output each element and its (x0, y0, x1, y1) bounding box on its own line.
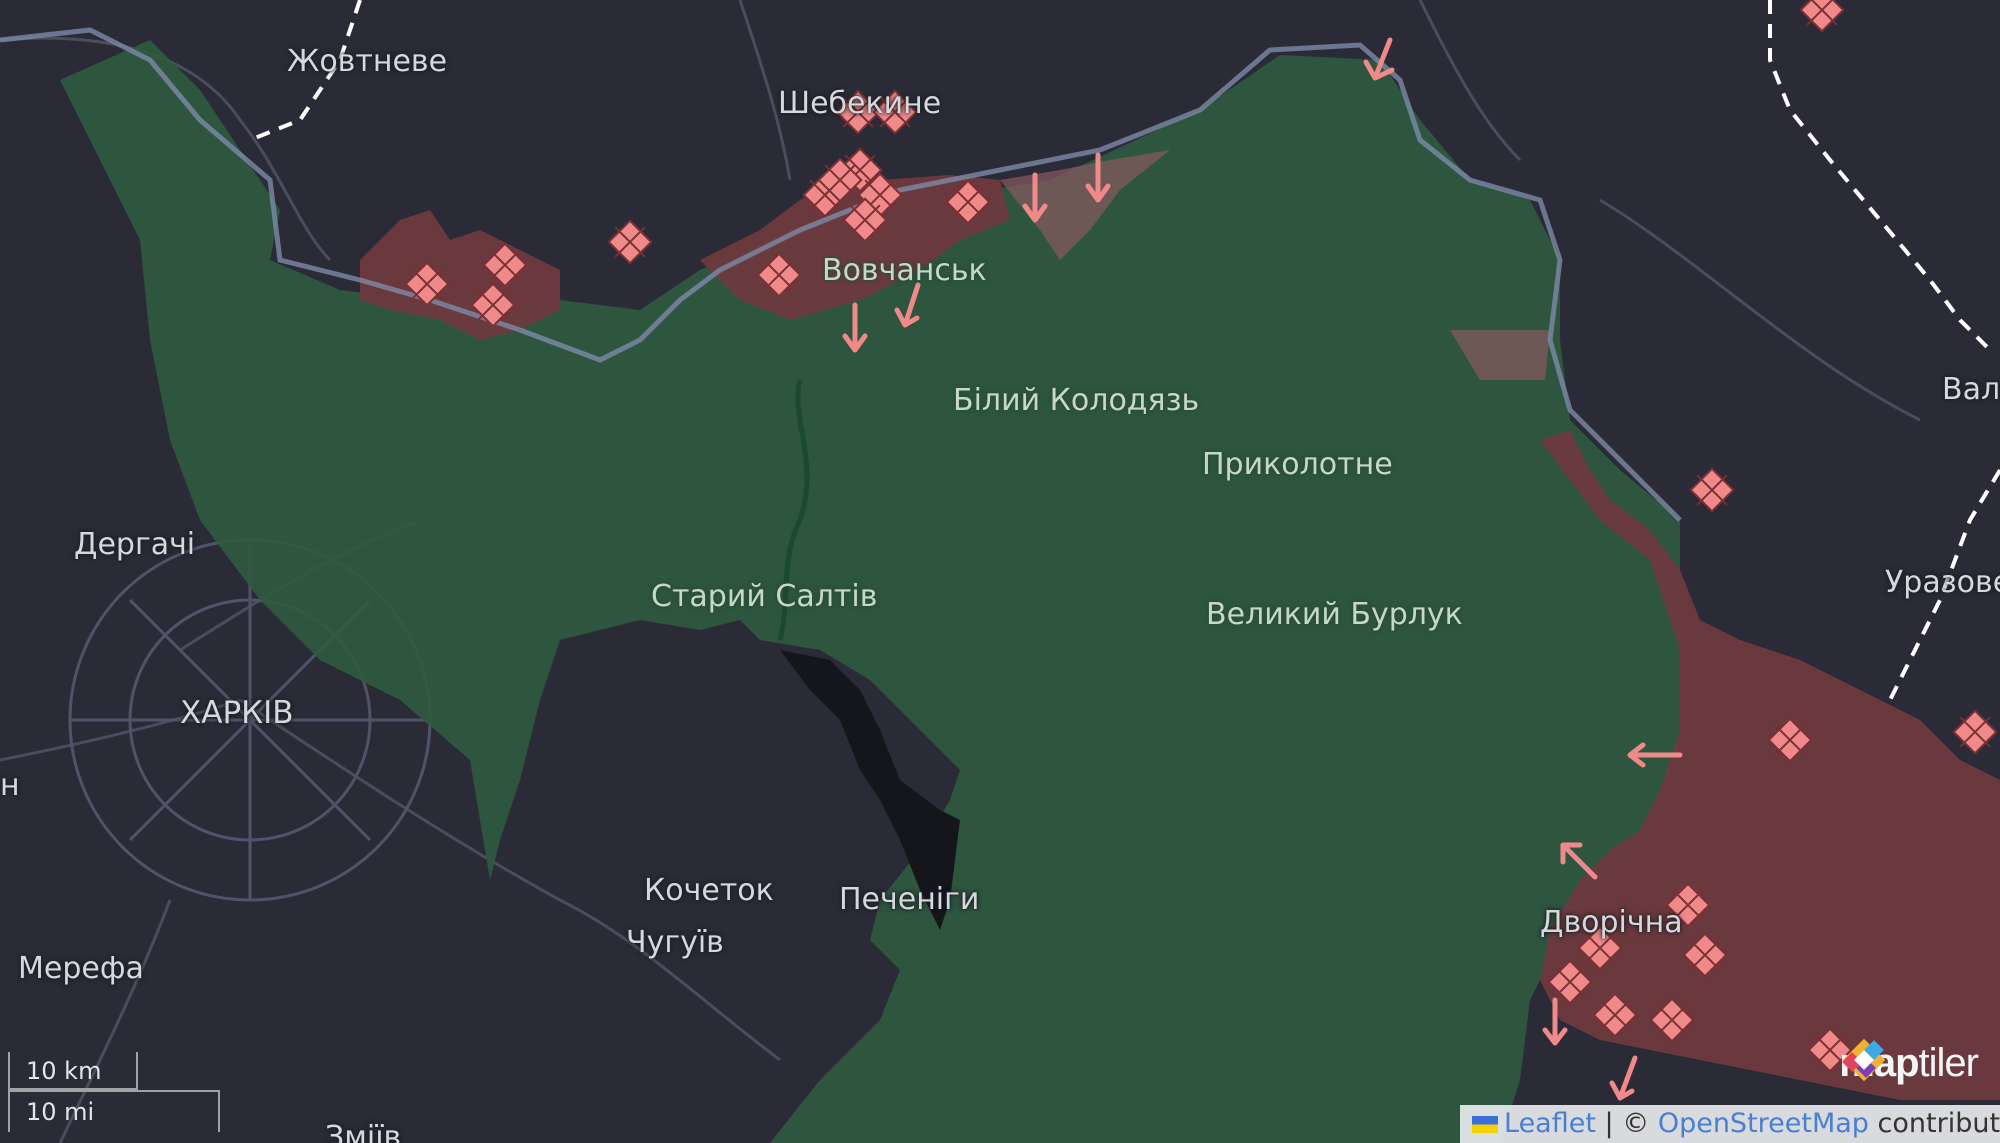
place-pechenihy: Печеніги (839, 882, 980, 917)
place-bilyi-kolodiaz: Білий Колодязь (953, 383, 1200, 418)
attribution-contributors: contributors (1877, 1108, 2000, 1139)
map-canvas[interactable]: Жовтневе Шебекине Вовчанськ Білий Колодя… (0, 0, 2000, 1143)
place-merefa: Мерефа (18, 951, 144, 986)
openstreetmap-link[interactable]: OpenStreetMap (1658, 1108, 1869, 1139)
place-shebekino: Шебекине (778, 86, 942, 121)
place-derhachi: Дергачі (74, 527, 196, 562)
place-kharkiv: ХАРКІВ (180, 695, 294, 731)
place-dvorichna: Дворічна (1540, 905, 1683, 940)
scale-km-label: 10 km (26, 1057, 102, 1085)
map-layer (0, 0, 2000, 1143)
place-zmiiv: Зміїв (325, 1120, 402, 1143)
ukraine-flag-icon (1472, 1116, 1498, 1133)
place-valuiky: Вал (1942, 372, 2000, 407)
place-partial-left: н (0, 768, 20, 803)
leaflet-link[interactable]: Leaflet (1504, 1108, 1596, 1139)
place-kochetok: Кочеток (644, 873, 774, 908)
logo-text-tiler: tiler (1918, 1040, 1979, 1085)
place-velykyi-burluk: Великий Бурлук (1206, 597, 1463, 632)
maptiler-logo[interactable]: maptiler (1839, 1035, 1979, 1091)
place-vovchansk: Вовчанськ (822, 253, 987, 288)
place-prykolotne: Приколотне (1202, 447, 1393, 482)
scale-mi-label: 10 mi (26, 1098, 95, 1126)
place-chuhuiv: Чугуїв (626, 925, 724, 960)
map-attribution: Leaflet | © OpenStreetMap contributors (1460, 1105, 2000, 1143)
place-staryi-saltiv: Старий Салтів (651, 579, 878, 614)
maptiler-logo-icon (1842, 1038, 1886, 1082)
attribution-separator: | © (1604, 1108, 1650, 1139)
place-zhovtneve: Жовтневе (287, 44, 448, 79)
place-urazove: Уразове (1885, 565, 2000, 600)
